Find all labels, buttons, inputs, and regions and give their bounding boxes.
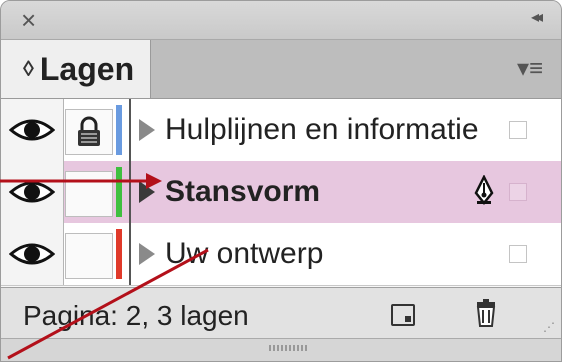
- callout-arrow-stansvorm: [146, 173, 162, 189]
- callout-line-ontwerp: [7, 248, 209, 360]
- callout-lines: [0, 173, 209, 360]
